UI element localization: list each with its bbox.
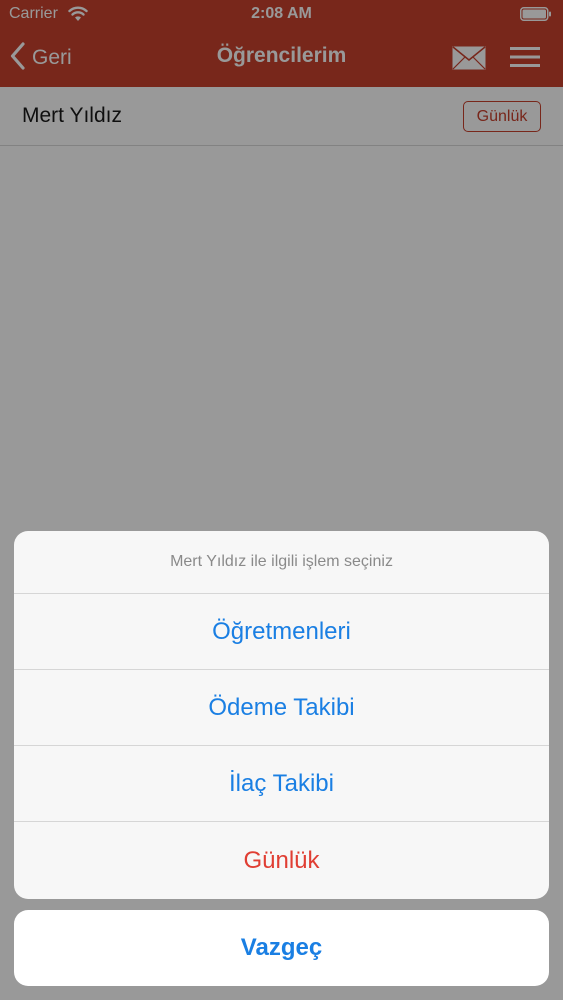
cancel-button[interactable]: Vazgeç	[14, 910, 549, 986]
action-odeme-takibi[interactable]: Ödeme Takibi	[14, 670, 549, 746]
action-ogretmenleri[interactable]: Öğretmenleri	[14, 594, 549, 670]
action-sheet: Mert Yıldız ile ilgili işlem seçiniz Öğr…	[14, 531, 549, 899]
action-ilac-takibi[interactable]: İlaç Takibi	[14, 746, 549, 822]
action-gunluk[interactable]: Günlük	[14, 822, 549, 899]
action-sheet-message: Mert Yıldız ile ilgili işlem seçiniz	[14, 531, 549, 594]
